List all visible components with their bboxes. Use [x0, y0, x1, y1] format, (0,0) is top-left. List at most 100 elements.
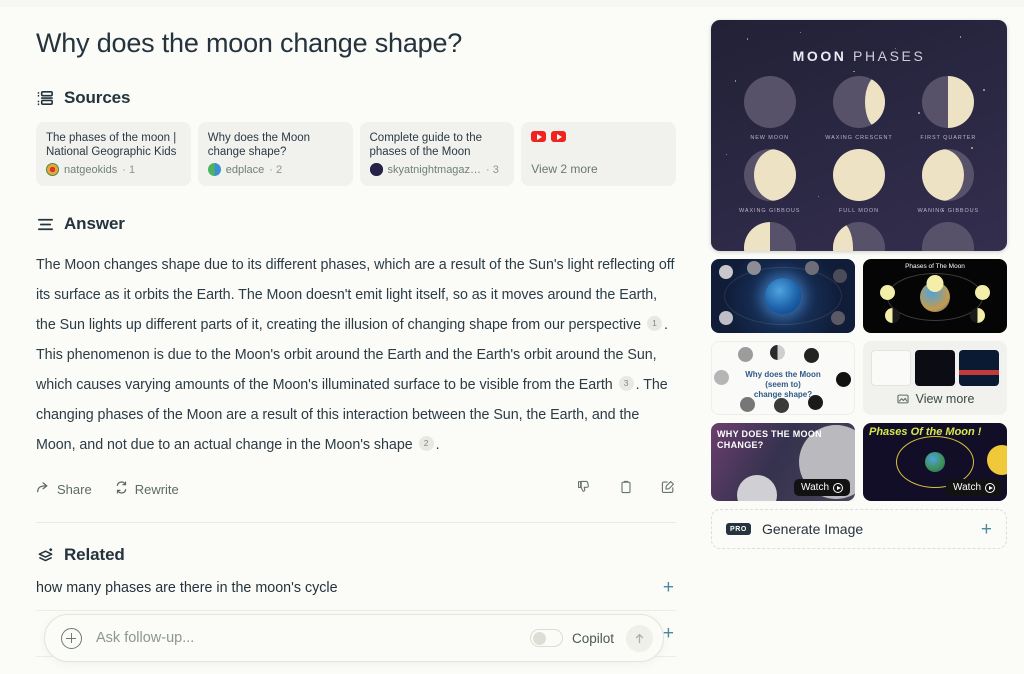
- search-input[interactable]: Ask follow-up...: [96, 630, 530, 646]
- answer-body: The Moon changes shape due to its differ…: [36, 250, 676, 460]
- moon-phase-cell: FULL MOON: [814, 149, 903, 214]
- answer-text-part-1: The Moon changes shape due to its differ…: [36, 257, 675, 333]
- watch-label: Watch: [953, 482, 981, 493]
- images-icon: [896, 394, 909, 404]
- moon-phases-infographic[interactable]: MOON PHASES NEW MOON WAXING CRESCENT FIR…: [711, 20, 1007, 251]
- submit-button[interactable]: [626, 624, 653, 652]
- related-header: Related: [36, 545, 676, 565]
- half-moon-node: [885, 308, 900, 323]
- view-more-sources-card[interactable]: View 2 more: [521, 122, 676, 186]
- thumb-why-does-the-moon-change-shape[interactable]: Why does the Moon (seem to) change shape?: [711, 341, 855, 415]
- source-domain: edplace: [225, 163, 265, 176]
- infographic-title-light: PHASES: [853, 48, 926, 64]
- moon-waning-gibbous: [922, 149, 975, 201]
- add-related-icon[interactable]: +: [663, 624, 674, 643]
- rewrite-label: Rewrite: [134, 481, 179, 497]
- orbit-moon: [831, 311, 845, 325]
- orbit-moon: [719, 265, 733, 279]
- moon-graphic: [737, 475, 777, 501]
- moon-dot: [804, 348, 819, 363]
- source-card[interactable]: The phases of the moon | National Geogra…: [36, 122, 191, 186]
- source-index: · 3: [486, 163, 499, 176]
- moon-phase-cell: WANING GIBBOUS: [904, 149, 993, 214]
- source-meta: natgeokids · 1: [46, 163, 181, 176]
- view-more-label: View more: [915, 392, 975, 406]
- moon-phase-label: WAXING CRESCENT: [825, 135, 893, 141]
- thumb-caption: Why does the Moon (seem to) change shape?: [745, 370, 821, 399]
- full-moon-node: [926, 275, 944, 292]
- source-meta: skyatnightmagaz… · 3: [369, 163, 505, 176]
- orbit-ring: [724, 267, 842, 325]
- orbit-moon: [747, 261, 761, 275]
- share-label: Share: [57, 481, 92, 497]
- watch-button[interactable]: Watch: [946, 479, 1002, 496]
- moon-phase-cell: FIRST QUARTER: [904, 76, 993, 141]
- plus-circle-icon[interactable]: [61, 627, 82, 649]
- add-related-icon[interactable]: +: [663, 578, 674, 597]
- citation-chip[interactable]: 3: [618, 375, 634, 391]
- thumb-caption: Phases of The Moon: [905, 263, 965, 270]
- related-layers-icon: [36, 546, 55, 565]
- moon-phase-cell: [904, 222, 993, 251]
- copilot-toggle[interactable]: [529, 629, 563, 647]
- rewrite-icon: [114, 480, 129, 498]
- citation-chip[interactable]: 2: [418, 435, 434, 451]
- watch-button[interactable]: Watch: [794, 479, 850, 496]
- generate-image-add-icon[interactable]: +: [981, 520, 992, 539]
- moon-full-moon: [832, 149, 885, 201]
- youtube-icon: [531, 131, 547, 142]
- answer-text-part-4: .: [435, 437, 440, 453]
- moon-dot: [774, 398, 789, 413]
- moon-waxing-gibbous: [743, 149, 796, 201]
- source-card[interactable]: Complete guide to the phases of the Moon…: [359, 122, 515, 186]
- share-button[interactable]: Share: [36, 480, 92, 498]
- view-more-images-card[interactable]: View more: [863, 341, 1007, 415]
- answer-header: Answer: [36, 214, 676, 234]
- moon-phase-label: WANING GIBBOUS: [917, 208, 980, 214]
- followup-input-bar[interactable]: Ask follow-up... Copilot: [44, 614, 664, 662]
- favicon-edplace: [207, 163, 221, 176]
- media-thumb-row-2: Why does the Moon (seem to) change shape?: [711, 341, 1007, 415]
- orbit-moon: [719, 311, 733, 325]
- rewrite-button[interactable]: Rewrite: [114, 480, 179, 498]
- main-answer-column: Why does the moon change shape? Sources …: [36, 20, 676, 657]
- copilot-label: Copilot: [571, 630, 614, 646]
- half-moon-node: [970, 308, 985, 323]
- thumbs-down-icon[interactable]: [576, 479, 592, 500]
- media-thumb-row-1: Phases of The Moon: [711, 259, 1007, 333]
- source-index: · 1: [122, 163, 136, 176]
- related-heading: Related: [64, 545, 125, 564]
- sources-heading: Sources: [64, 88, 131, 107]
- generate-image-row[interactable]: PRO Generate Image +: [711, 509, 1007, 549]
- moon-new-moon-2: [922, 222, 975, 251]
- moon-dot: [714, 370, 729, 385]
- thumb-phases-of-the-moon-diagram[interactable]: Phases of The Moon: [863, 259, 1007, 333]
- arrow-up-icon: [635, 633, 644, 643]
- page-title: Why does the moon change shape?: [36, 28, 463, 58]
- copy-clipboard-icon[interactable]: [618, 479, 634, 500]
- infographic-title: MOON PHASES: [711, 48, 1007, 64]
- view-more-row[interactable]: View more: [896, 392, 975, 406]
- moon-phase-cell: WAXING CRESCENT: [814, 76, 903, 141]
- section-divider: [36, 522, 676, 523]
- moon-phase-cell: WAXING GIBBOUS: [725, 149, 814, 214]
- source-domain: skyatnightmagaz…: [387, 163, 482, 176]
- video-card-why-does-the-moon-change[interactable]: WHY DOES THE MOON CHANGE? Watch: [711, 423, 855, 501]
- citation-chip[interactable]: 1: [647, 315, 662, 331]
- pro-badge: PRO: [726, 523, 751, 535]
- moon-last-quarter: [743, 222, 796, 251]
- video-card-phases-of-the-moon[interactable]: Phases Of the Moon ! Watch: [863, 423, 1007, 501]
- moon-dot: [738, 347, 753, 362]
- gibbous-node: [880, 285, 895, 300]
- related-item[interactable]: how many phases are there in the moon's …: [36, 565, 676, 611]
- source-card[interactable]: Why does the Moon change shape? edplace …: [197, 122, 353, 186]
- thumb-earth-moon-orbit-diagram[interactable]: [711, 259, 855, 333]
- source-title: The phases of the moon | National Geogra…: [46, 132, 177, 158]
- sun-graphic: [987, 445, 1007, 475]
- edit-pencil-icon[interactable]: [660, 479, 676, 500]
- media-sidebar: MOON PHASES NEW MOON WAXING CRESCENT FIR…: [711, 20, 1007, 549]
- source-meta: edplace · 2: [207, 163, 343, 176]
- answer-lines-icon: [36, 215, 55, 234]
- answer-heading: Answer: [64, 214, 125, 233]
- video-title: WHY DOES THE MOON CHANGE?: [717, 429, 822, 450]
